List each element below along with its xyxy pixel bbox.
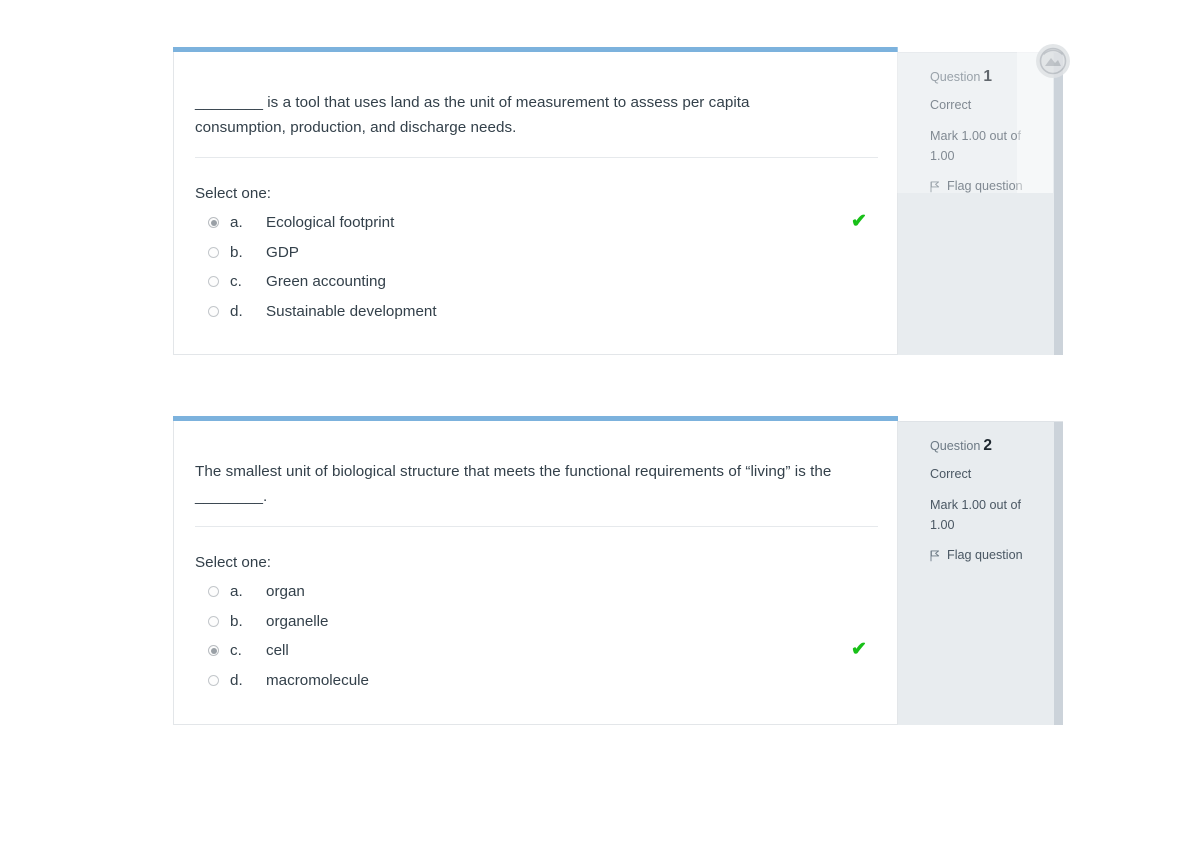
option-label: organ [266, 583, 305, 600]
option-letter: b. [230, 612, 243, 630]
flag-icon [930, 549, 940, 562]
correct-check-icon [849, 670, 869, 690]
option-row[interactable]: d. macromolecule [208, 670, 888, 700]
question-2-info-content: Question 2 Correct Mark 1.00 out of 1.00 … [930, 437, 1035, 564]
correct-check-icon [849, 581, 869, 601]
question-1-info-content: Question 1 Correct Mark 1.00 out of 1.00 … [930, 68, 1035, 195]
question-label: Question [930, 70, 981, 84]
radio-icon[interactable] [208, 645, 219, 656]
question-label: Question [930, 439, 981, 453]
question-1-body: ________ is a tool that uses land as the… [173, 47, 898, 355]
correct-check-icon: ✔ [851, 211, 867, 232]
question-1-info-panel: Question 1 Correct Mark 1.00 out of 1.00 … [898, 52, 1063, 355]
option-letter: b. [230, 243, 243, 261]
question-number: 2 [983, 437, 993, 454]
quiz-review-page: ________ is a tool that uses land as the… [0, 0, 1200, 848]
radio-icon[interactable] [208, 615, 219, 627]
question-2-info-panel: Question 2 Correct Mark 1.00 out of 1.00 … [898, 421, 1063, 725]
question-mark: Mark 1.00 out of 1.00 [930, 129, 1022, 163]
question-card-2: The smallest unit of biological structur… [173, 416, 1063, 725]
option-row[interactable]: a. Ecological footprint ✔ [208, 212, 888, 242]
radio-icon[interactable] [208, 674, 219, 686]
option-label: Sustainable development [266, 302, 437, 320]
question-status: Correct [930, 467, 972, 481]
option-letter: d. [230, 302, 243, 320]
question-mark: Mark 1.00 out of 1.00 [930, 498, 1022, 532]
question-number-line: Question 1 [930, 68, 1035, 86]
option-letter: c. [230, 273, 242, 290]
radio-icon[interactable] [208, 305, 219, 317]
radio-icon[interactable] [208, 217, 219, 228]
option-row[interactable]: c. cell ✔ [208, 640, 888, 670]
correct-check-icon [849, 271, 869, 291]
radio-icon[interactable] [208, 246, 219, 258]
question-2-accent-bar [173, 416, 898, 421]
question-1-divider [195, 157, 878, 158]
option-letter: c. [230, 642, 242, 659]
option-label: Ecological footprint [266, 214, 395, 231]
flag-question-label: Flag question [947, 548, 1023, 562]
flag-question-button[interactable]: Flag question [930, 547, 1035, 564]
question-number-line: Question 2 [930, 437, 1035, 455]
option-row[interactable]: c. Green accounting [208, 271, 888, 301]
option-label: organelle [266, 612, 329, 630]
question-1-text: ________ is a tool that uses land as the… [195, 94, 750, 136]
option-letter: d. [230, 671, 243, 689]
flag-question-label: Flag question [947, 179, 1023, 193]
option-label: GDP [266, 243, 299, 261]
option-letter: a. [230, 214, 243, 231]
option-label: macromolecule [266, 671, 369, 689]
option-row[interactable]: b. GDP [208, 242, 888, 272]
correct-check-icon [849, 301, 869, 321]
blocked-image-icon [1036, 44, 1070, 78]
option-row[interactable]: a. organ [208, 581, 888, 611]
correct-check-icon [849, 242, 869, 262]
flag-question-button[interactable]: Flag question [930, 178, 1035, 195]
radio-icon[interactable] [208, 586, 219, 597]
correct-check-icon: ✔ [851, 639, 867, 660]
question-1-accent-bar [173, 47, 898, 52]
option-label: cell [266, 642, 289, 659]
question-2-body: The smallest unit of biological structur… [173, 416, 898, 725]
question-2-options: a. organ b. organelle c. cell ✔ d. macro… [208, 581, 888, 699]
question-2-select-prompt: Select one: [195, 554, 271, 571]
question-card-1: ________ is a tool that uses land as the… [173, 47, 1063, 355]
panel-scroll-strip[interactable] [1054, 422, 1063, 725]
correct-check-icon [849, 611, 869, 631]
question-status: Correct [930, 98, 972, 112]
question-1-options: a. Ecological footprint ✔ b. GDP c. Gree… [208, 212, 888, 330]
flag-icon [930, 180, 940, 193]
question-number: 1 [983, 68, 993, 85]
panel-scroll-strip[interactable] [1054, 53, 1063, 355]
question-2-divider [195, 526, 878, 527]
option-letter: a. [230, 583, 243, 600]
radio-icon[interactable] [208, 276, 219, 287]
question-1-select-prompt: Select one: [195, 185, 271, 202]
option-label: Green accounting [266, 273, 386, 290]
option-row[interactable]: d. Sustainable development [208, 301, 888, 331]
question-2-text: The smallest unit of biological structur… [195, 463, 832, 505]
option-row[interactable]: b. organelle [208, 611, 888, 641]
